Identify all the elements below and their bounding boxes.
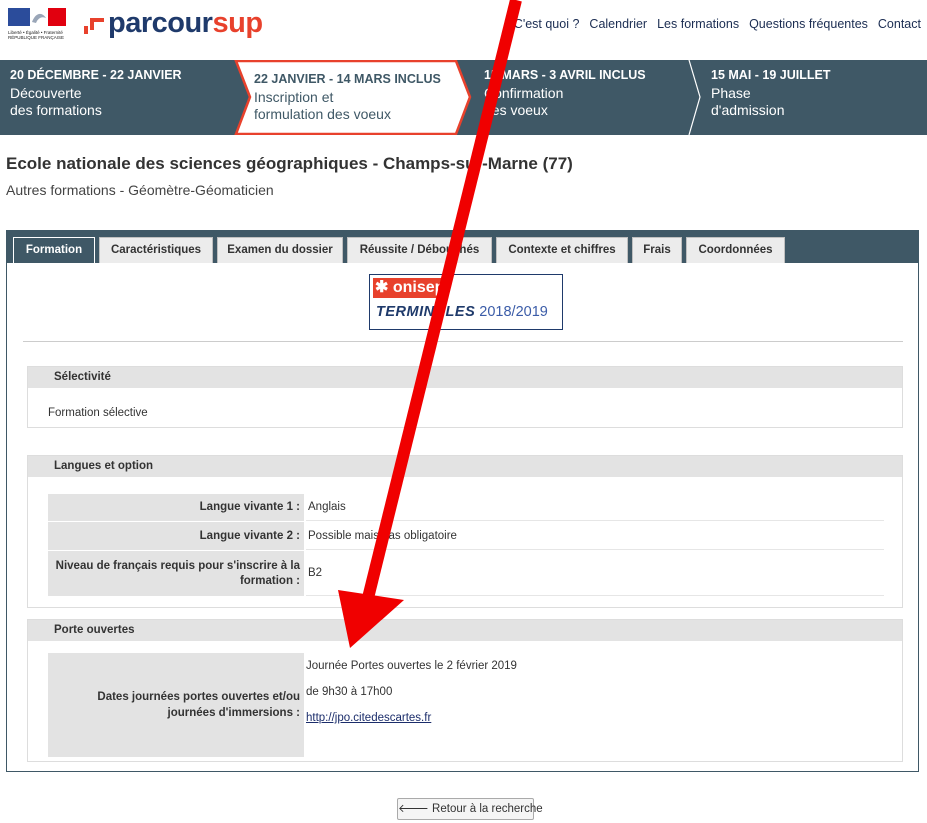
section-heading: Langues et option [28,456,902,477]
timeline-step-decouverte: 20 DÉCEMBRE - 22 JANVIER Découverte des … [10,60,230,135]
step-dates: 20 DÉCEMBRE - 22 JANVIER [10,68,182,82]
page-title: Ecole nationale des sciences géographiqu… [6,154,573,173]
section-langues: Langues et option Langue vivante 1 : Ang… [27,455,903,608]
jpo-values: Journée Portes ouvertes le 2 février 201… [306,653,517,731]
row-value: Anglais [306,494,884,521]
nav-questions-frequentes[interactable]: Questions fréquentes [749,17,868,31]
arrow-left-icon: 🡐 [398,803,429,815]
onisep-star-icon: ✱ [375,279,389,296]
jpo-link[interactable]: http://jpo.citedescartes.fr [306,712,431,724]
tab-bar: Formation Caractéristiques Examen du dos… [7,231,918,263]
step-label-line2: formulation des voeux [254,106,391,122]
step-label-line1: Inscription et [254,89,334,105]
jpo-line1: Journée Portes ouvertes le 2 février 201… [306,660,517,672]
step-dates: 15 MARS - 3 AVRIL INCLUS [484,68,646,82]
nav-calendrier[interactable]: Calendrier [589,17,647,31]
tab-formation[interactable]: Formation [13,237,95,263]
page-subtitle: Autres formations - Géomètre-Géomaticien [6,182,274,198]
section-selectivite: Sélectivité Formation sélective [27,366,903,428]
step-label-line1: Confirmation [484,85,564,101]
table-row: Langue vivante 2 : Possible mais pas obl… [48,521,884,550]
tab-caracteristiques[interactable]: Caractéristiques [99,237,213,263]
divider [23,341,903,342]
step-label-line2: d'admission [711,102,785,118]
logo-mark-icon [84,16,106,38]
section-heading: Sélectivité [28,367,902,388]
jpo-label: Dates journées portes ouvertes et/ou jou… [48,653,304,757]
site-header: Liberté • Égalité • Fraternité RÉPUBLIQU… [0,0,927,52]
nav-contact[interactable]: Contact [878,17,921,31]
step-label-line2: des formations [10,102,102,118]
table-row: Niveau de français requis pour s'inscrir… [48,550,884,596]
back-to-search-button[interactable]: 🡐 Retour à la recherche [397,798,543,820]
step-label-line1: Phase [711,85,751,101]
onisep-brand: onisep [392,279,445,296]
back-button-label: Retour à la recherche [432,803,543,815]
row-label: Niveau de français requis pour s'inscrir… [48,551,304,596]
table-row: Langue vivante 1 : Anglais [48,493,884,521]
calendar-timeline: 20 DÉCEMBRE - 22 JANVIER Découverte des … [0,60,927,135]
tab-coordonnees[interactable]: Coordonnées [686,237,785,263]
formation-panel: Formation Caractéristiques Examen du dos… [6,230,919,772]
nav-cest-quoi[interactable]: C'est quoi ? [514,17,580,31]
timeline-step-confirmation: 15 MARS - 3 AVRIL INCLUS Confirmation de… [484,60,684,135]
marianne-flag-icon [8,6,66,28]
top-navigation: C'est quoi ? Calendrier Les formations Q… [514,17,921,31]
selectivite-text: Formation sélective [48,407,148,419]
step-label-line2: des voeux [484,102,548,118]
step-label-line1: Découverte [10,85,82,101]
timeline-separator [688,60,701,135]
section-heading: Porte ouvertes [28,620,902,641]
republique-francaise-logo[interactable]: Liberté • Égalité • Fraternité RÉPUBLIQU… [8,6,68,44]
onisep-edition-word: TERMINALES [376,304,476,320]
row-label: Langue vivante 2 : [48,522,304,550]
logo-text-part1: parcour [108,7,213,39]
step-dates: 22 JANVIER - 14 MARS INCLUS [254,72,441,86]
tab-reussite-debouches[interactable]: Réussite / Débouchés [347,237,492,263]
timeline-step-admission: 15 MAI - 19 JUILLET Phase d'admission [711,60,921,135]
row-value: B2 [306,551,884,596]
nav-les-formations[interactable]: Les formations [657,17,739,31]
tab-contexte-et-chiffres[interactable]: Contexte et chiffres [496,237,628,263]
gov-text: Liberté • Égalité • Fraternité RÉPUBLIQU… [8,30,65,40]
row-label: Langue vivante 1 : [48,494,304,521]
logo-text-part2: sup [212,7,263,39]
onisep-edition-year: 2018/2019 [479,304,548,320]
step-dates: 15 MAI - 19 JUILLET [711,68,831,82]
tab-examen-du-dossier[interactable]: Examen du dossier [217,237,343,263]
jpo-line2: de 9h30 à 17h00 [306,686,393,698]
tab-frais[interactable]: Frais [632,237,682,263]
row-value: Possible mais pas obligatoire [306,522,884,550]
timeline-step-inscription-active: 22 JANVIER - 14 MARS INCLUS Inscription … [234,60,472,135]
section-portes-ouvertes: Porte ouvertes Dates journées portes ouv… [27,619,903,762]
onisep-badge: ✱ onisep TERMINALES 2018/2019 [369,274,563,330]
